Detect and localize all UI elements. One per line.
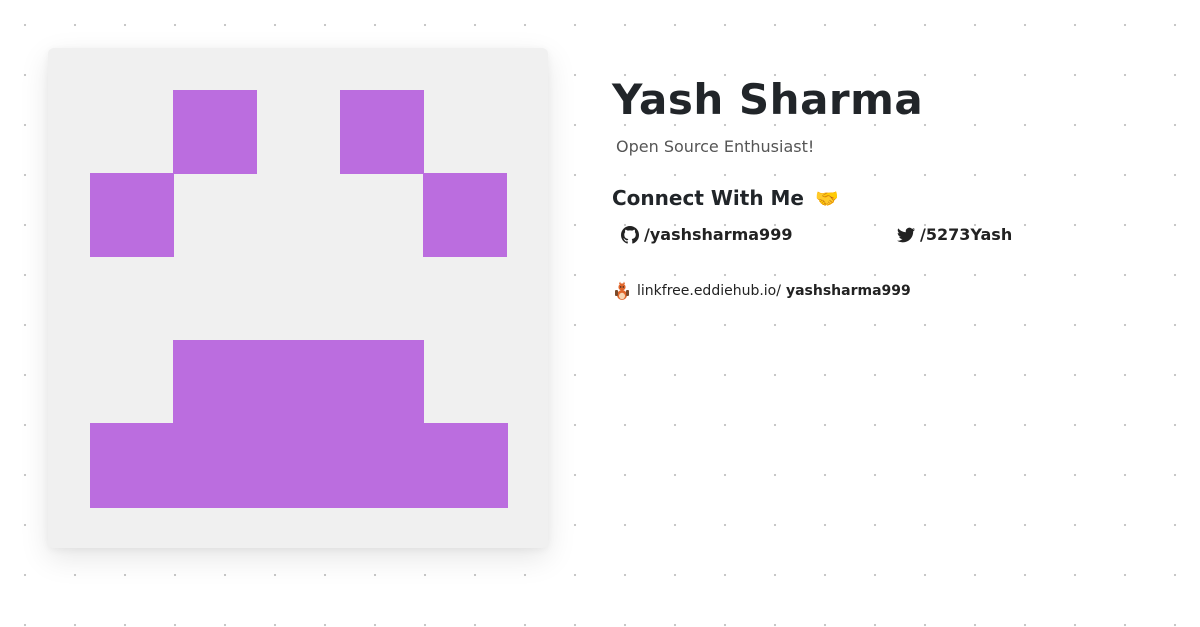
twitter-link-label: /5273Yash (920, 225, 1013, 244)
social-links: /yashsharma999 /5273Yash (612, 225, 1172, 251)
identicon-image (90, 90, 508, 508)
linkfree-link[interactable]: linkfree.eddiehub.io/ yashsharma999 (612, 281, 1172, 301)
handshake-icon: 🤝 (814, 188, 839, 210)
linkfree-username: yashsharma999 (785, 283, 911, 299)
avatar (48, 48, 548, 548)
twitter-icon (897, 227, 915, 242)
linkfree-url-prefix: linkfree.eddiehub.io/ (637, 283, 781, 299)
linkfree-mascot-icon (615, 281, 629, 300)
connect-heading: Connect With Me 🤝 (612, 184, 1172, 213)
profile-info: Yash Sharma Open Source Enthusiast! Conn… (612, 74, 1172, 301)
twitter-link[interactable]: /5273Yash (897, 225, 1012, 244)
profile-name: Yash Sharma (612, 75, 924, 124)
github-link-label: /yashsharma999 (644, 225, 793, 244)
github-link[interactable]: /yashsharma999 (621, 225, 792, 244)
profile-bio: Open Source Enthusiast! (616, 137, 815, 156)
connect-heading-text: Connect With Me (612, 186, 804, 210)
github-icon (621, 225, 639, 244)
